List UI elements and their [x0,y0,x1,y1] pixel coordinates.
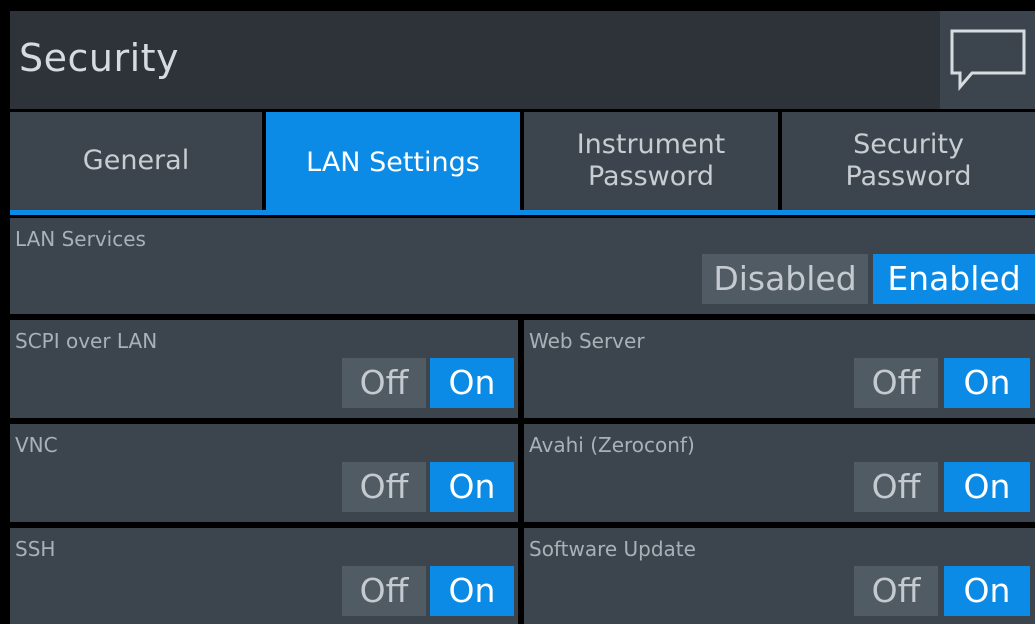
lan-services-disabled-button[interactable]: Disabled [702,254,868,304]
avahi-label: Avahi (Zeroconf) [529,433,695,457]
web-server-cell: Web Server Off On [524,320,1035,418]
vnc-cell: VNC Off On [10,424,518,522]
tab-lan-settings[interactable]: LAN Settings [266,112,520,215]
avahi-off-button[interactable]: Off [854,462,938,512]
scpi-over-lan-cell: SCPI over LAN Off On [10,320,518,418]
scpi-over-lan-label: SCPI over LAN [15,329,158,353]
chat-button[interactable] [940,11,1035,109]
ssh-off-button[interactable]: Off [342,566,426,616]
ssh-on-button[interactable]: On [430,566,514,616]
tab-security-password[interactable]: Security Password [782,112,1035,210]
vnc-label: VNC [15,433,58,457]
security-screen: Security General LAN Settings Instrument… [0,0,1035,624]
vnc-on-button[interactable]: On [430,462,514,512]
active-tab-underline [10,210,1035,215]
tab-instrument-password[interactable]: Instrument Password [524,112,778,210]
web-server-on-button[interactable]: On [944,358,1030,408]
vnc-off-button[interactable]: Off [342,462,426,512]
scpi-over-lan-off-button[interactable]: Off [342,358,426,408]
tab-general[interactable]: General [10,112,262,210]
software-update-on-button[interactable]: On [944,566,1030,616]
speech-bubble-icon [950,29,1026,91]
lan-services-row: LAN Services Disabled Enabled [10,218,1035,314]
ssh-label: SSH [15,537,56,561]
lan-services-label: LAN Services [15,227,146,251]
web-server-off-button[interactable]: Off [854,358,938,408]
software-update-off-button[interactable]: Off [854,566,938,616]
ssh-cell: SSH Off On [10,528,518,624]
scpi-over-lan-on-button[interactable]: On [430,358,514,408]
avahi-on-button[interactable]: On [944,462,1030,512]
web-server-label: Web Server [529,329,645,353]
page-title: Security [19,36,180,80]
avahi-cell: Avahi (Zeroconf) Off On [524,424,1035,522]
header-bar: Security [10,11,1035,109]
lan-services-enabled-button[interactable]: Enabled [873,254,1035,304]
software-update-label: Software Update [529,537,696,561]
software-update-cell: Software Update Off On [524,528,1035,624]
